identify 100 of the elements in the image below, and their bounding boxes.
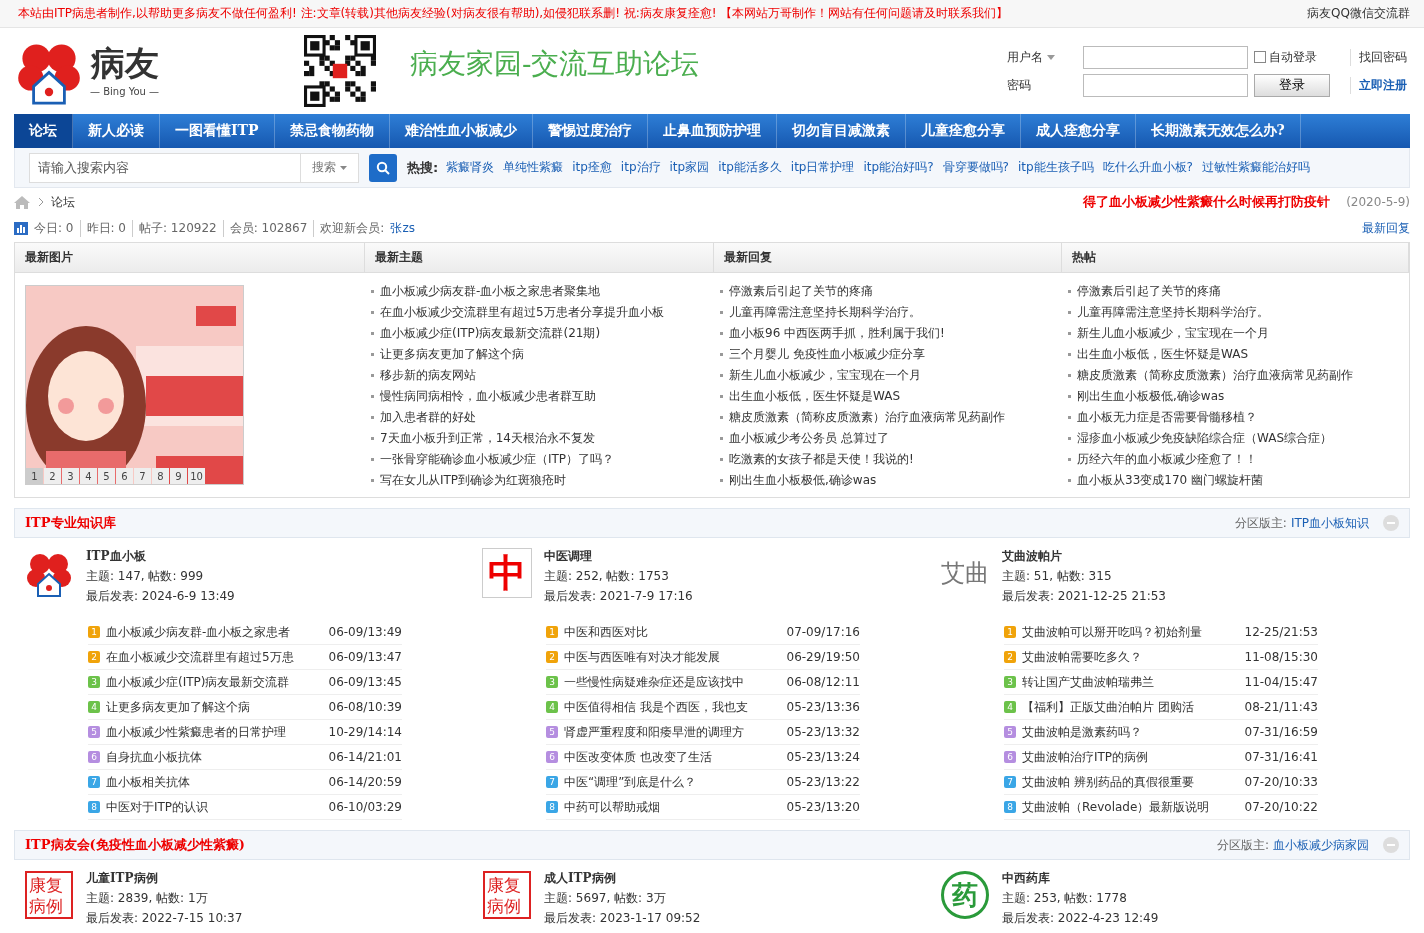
- thread-link[interactable]: 4 中医值得相信 我是个西医，我也支 05-23/13:36: [546, 695, 860, 720]
- thread-link[interactable]: 刚出生血小板极低,确诊was: [1068, 386, 1403, 407]
- thread-link[interactable]: 血小板从33变成170 幽门螺旋杆菌: [1068, 470, 1403, 491]
- qq-group-link[interactable]: 病友QQ微信交流群: [1307, 5, 1410, 22]
- thread-link[interactable]: 5 血小板减少性紫癜患者的日常护理 10-29/14:14: [88, 720, 402, 745]
- search-button[interactable]: [369, 153, 397, 182]
- thread-link[interactable]: 让更多病友更加了解这个病: [371, 344, 708, 365]
- thread-link[interactable]: 儿童再障需注意坚持长期科学治疗。: [720, 302, 1056, 323]
- thread-link[interactable]: 血小板减少症(ITP)病友最新交流群(21期): [371, 323, 708, 344]
- slide-page-number[interactable]: 10: [188, 468, 205, 484]
- hot-search-link[interactable]: itp日常护理: [790, 159, 855, 176]
- thread-link[interactable]: 三个月婴儿 免疫性血小板减少症分享: [720, 344, 1056, 365]
- thread-link[interactable]: 血小板减少考公务员 总算过了: [720, 428, 1056, 449]
- section-title[interactable]: ITP专业知识库: [25, 514, 116, 532]
- hot-search-link[interactable]: 单纯性紫癜: [503, 159, 564, 176]
- slide-page-number[interactable]: 7: [134, 468, 151, 484]
- moderator-link[interactable]: 血小板减少病家园: [1273, 836, 1369, 854]
- thread-link[interactable]: 6 自身抗血小板抗体 06-14/21:01: [88, 745, 402, 770]
- thread-link[interactable]: 6 艾曲波帕治疗ITP的病例 07-31/16:41: [1004, 745, 1318, 770]
- hot-search-link[interactable]: 过敏性紫癜能治好吗: [1201, 159, 1310, 176]
- username-label[interactable]: 用户名: [1007, 48, 1077, 66]
- thread-link[interactable]: 出生血小板低，医生怀疑是WAS: [1068, 344, 1403, 365]
- thread-link[interactable]: 7 艾曲波帕 辨别药品的真假很重要 07-20/10:33: [1004, 770, 1318, 795]
- search-field[interactable]: 请输入搜索内容: [29, 152, 301, 183]
- thread-link[interactable]: 新生儿血小板减少，宝宝现在一个月: [1068, 323, 1403, 344]
- collapse-icon[interactable]: [1383, 515, 1399, 531]
- thread-link[interactable]: 血小板减少病友群-血小板之家患者聚集地: [371, 281, 708, 302]
- hot-search-link[interactable]: itp能生孩子吗: [1017, 159, 1094, 176]
- forum-name[interactable]: ITP血小板: [86, 548, 235, 565]
- slide-page-number[interactable]: 8: [152, 468, 169, 484]
- thread-link[interactable]: 8 中药可以帮助戒烟 05-23/13:20: [546, 795, 860, 820]
- forum-name[interactable]: 儿童ITP病例: [86, 870, 243, 887]
- thread-link[interactable]: 糖皮质激素（简称皮质激素）治疗血液病常见药副作: [1068, 365, 1403, 386]
- thread-link[interactable]: 刚出生血小板极低,确诊was: [720, 470, 1056, 491]
- hot-search-link[interactable]: itp痊愈: [572, 159, 612, 176]
- thread-link[interactable]: 8 艾曲波帕（Revolade）最新版说明 07-20/10:22: [1004, 795, 1318, 820]
- thread-link[interactable]: 移步新的病友网站: [371, 365, 708, 386]
- thread-link[interactable]: 2 中医与西医唯有对决才能发展 06-29/19:50: [546, 645, 860, 670]
- thread-link[interactable]: 2 在血小板减少交流群里有超过5万患 06-09/13:47: [88, 645, 402, 670]
- thread-link[interactable]: 8 中医对于ITP的认识 06-10/03:29: [88, 795, 402, 820]
- thread-link[interactable]: 停激素后引起了关节的疼痛: [720, 281, 1056, 302]
- thread-link[interactable]: 血小板96 中西医两手抓，胜利属于我们!: [720, 323, 1056, 344]
- forum-name[interactable]: 中西药库: [1002, 870, 1159, 887]
- collapse-icon[interactable]: [1383, 837, 1399, 853]
- slide-page-number[interactable]: 3: [62, 468, 79, 484]
- thread-link[interactable]: 3 转让国产艾曲波帕瑞弗兰 11-04/15:47: [1004, 670, 1318, 695]
- username-field[interactable]: [1083, 45, 1248, 69]
- thread-link[interactable]: 一张骨穿能确诊血小板减少症（ITP）了吗？: [371, 449, 708, 470]
- headline-link[interactable]: 得了血小板减少性紫癜什么时候再打防疫针: [1083, 193, 1331, 211]
- auto-login-checkbox[interactable]: 自动登录: [1254, 48, 1344, 66]
- thread-link[interactable]: 7 中医“调理”到底是什么？ 05-23/13:22: [546, 770, 860, 795]
- thread-link[interactable]: 3 一些慢性病疑难杂症还是应该找中 06-08/12:11: [546, 670, 860, 695]
- thread-link[interactable]: 糖皮质激素（简称皮质激素）治疗血液病常见药副作: [720, 407, 1056, 428]
- thread-link[interactable]: 6 中医改变体质 也改变了生活 05-23/13:24: [546, 745, 860, 770]
- thread-link[interactable]: 2 艾曲波帕需要吃多久？ 11-08/15:30: [1004, 645, 1318, 670]
- password-field[interactable]: [1083, 73, 1248, 97]
- thread-link[interactable]: 新生儿血小板减少，宝宝现在一个月: [720, 365, 1056, 386]
- thread-link[interactable]: 5 艾曲波帕是激素药吗？ 07-31/16:59: [1004, 720, 1318, 745]
- forum-name[interactable]: 艾曲波帕片: [1002, 548, 1166, 565]
- thread-link[interactable]: 7天血小板升到正常，14天根治永不复发: [371, 428, 708, 449]
- forgot-password-link[interactable]: 找回密码: [1350, 48, 1410, 66]
- thread-link[interactable]: 1 艾曲波帕可以掰开吃吗？初始剂量 12-25/21:53: [1004, 620, 1318, 645]
- slide-page-number[interactable]: 5: [98, 468, 115, 484]
- thread-link[interactable]: 在血小板减少交流群里有超过5万患者分享提升血小板: [371, 302, 708, 323]
- new-member-link[interactable]: 张zs: [390, 219, 415, 237]
- hot-search-link[interactable]: 骨穿要做吗?: [942, 159, 1009, 176]
- home-icon[interactable]: [14, 195, 30, 209]
- hot-search-link[interactable]: 吃什么升血小板?: [1102, 159, 1193, 176]
- forum-name[interactable]: 中医调理: [544, 548, 693, 565]
- hot-search-link[interactable]: itp治疗: [620, 159, 661, 176]
- thread-link[interactable]: 历经六年的血小板减少痊愈了！！: [1068, 449, 1403, 470]
- register-link[interactable]: 立即注册: [1350, 76, 1410, 94]
- hot-search-link[interactable]: itp能治好吗?: [863, 159, 934, 176]
- slide-page-number[interactable]: 6: [116, 468, 133, 484]
- thread-link[interactable]: 吃激素的女孩子都是天使！我说的!: [720, 449, 1056, 470]
- thread-link[interactable]: 慢性病同病相怜，血小板减少患者群互助: [371, 386, 708, 407]
- slide-page-number[interactable]: 9: [170, 468, 187, 484]
- latest-replies-link[interactable]: 最新回复: [1362, 219, 1410, 237]
- slide-page-number[interactable]: 4: [80, 468, 97, 484]
- thread-link[interactable]: 出生血小板低，医生怀疑是WAS: [720, 386, 1056, 407]
- thread-link[interactable]: 停激素后引起了关节的疼痛: [1068, 281, 1403, 302]
- thread-link[interactable]: 3 血小板减少症(ITP)病友最新交流群 06-09/13:45: [88, 670, 402, 695]
- thread-link[interactable]: 儿童再障需注意坚持长期科学治疗。: [1068, 302, 1403, 323]
- thread-link[interactable]: 7 血小板相关抗体 06-14/20:59: [88, 770, 402, 795]
- breadcrumb-current[interactable]: 论坛: [51, 193, 75, 211]
- slide-page-number[interactable]: 2: [44, 468, 61, 484]
- hot-search-link[interactable]: itp能活多久: [718, 159, 782, 176]
- nav-tab[interactable]: 论坛: [14, 114, 73, 148]
- hot-search-link[interactable]: 紫癜肾炎: [446, 159, 495, 176]
- forum-name[interactable]: 成人ITP病例: [544, 870, 701, 887]
- thread-link[interactable]: 湿疹血小板减少免疫缺陷综合症（WAS综合症）: [1068, 428, 1403, 449]
- thread-link[interactable]: 血小板无力症是否需要骨髓移植？: [1068, 407, 1403, 428]
- section-title[interactable]: ITP病友会(免疫性血小板减少性紫癜): [25, 836, 245, 854]
- hot-search-link[interactable]: itp家园: [669, 159, 710, 176]
- thread-link[interactable]: 5 肾虚严重程度和阳痿早泄的调理方 05-23/13:32: [546, 720, 860, 745]
- thread-link[interactable]: 1 中医和西医对比 07-09/17:16: [546, 620, 860, 645]
- thread-link[interactable]: 1 血小板减少病友群-血小板之家患者 06-09/13:49: [88, 620, 402, 645]
- thread-link[interactable]: 加入患者群的好处: [371, 407, 708, 428]
- search-scope-dropdown[interactable]: 搜索: [301, 152, 359, 183]
- moderator-link[interactable]: ITP血小板知识: [1290, 514, 1369, 532]
